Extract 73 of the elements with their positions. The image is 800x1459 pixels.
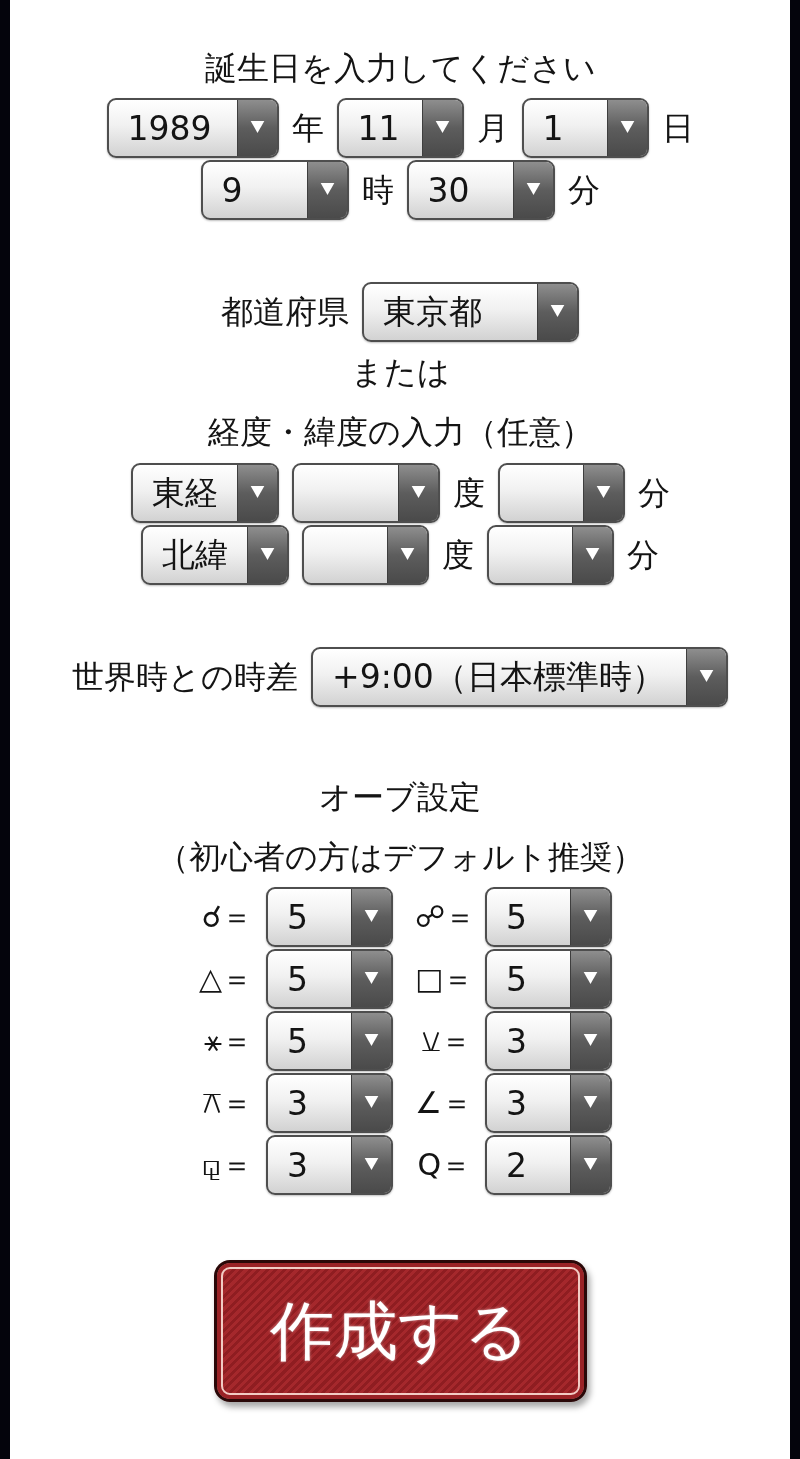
caret-down-icon bbox=[351, 951, 391, 1007]
dropdown[interactable]: 30 bbox=[406, 160, 555, 220]
aspect-label: △＝ bbox=[197, 960, 252, 998]
caret-down-icon bbox=[570, 1013, 610, 1069]
caret-down-icon bbox=[512, 162, 553, 218]
unit-label: 月 bbox=[476, 108, 509, 148]
aspect-label: ☌＝ bbox=[200, 898, 252, 936]
aspect-label: ⚺＝ bbox=[420, 1022, 471, 1060]
caret-down-icon bbox=[306, 162, 347, 218]
note-text: （初心者の方はデフォルト推奨） bbox=[156, 837, 644, 878]
unit-label: 分 bbox=[627, 535, 659, 575]
dropdown[interactable]: 5 bbox=[485, 887, 612, 947]
unit-label: 日 bbox=[661, 108, 694, 148]
caret-down-icon bbox=[387, 527, 427, 583]
dropdown[interactable]: 北緯 bbox=[141, 525, 289, 585]
section-heading: オーブ設定 bbox=[319, 777, 481, 818]
dropdown[interactable]: 1989 bbox=[106, 98, 279, 158]
caret-down-icon bbox=[247, 527, 287, 583]
caret-down-icon bbox=[606, 100, 647, 156]
caret-down-icon bbox=[236, 465, 277, 521]
caret-down-icon bbox=[397, 465, 438, 521]
dropdown[interactable] bbox=[302, 525, 429, 585]
dropdown[interactable]: 11 bbox=[336, 98, 464, 158]
caret-down-icon bbox=[686, 649, 726, 705]
caret-down-icon bbox=[421, 100, 462, 156]
dropdown[interactable]: 3 bbox=[266, 1135, 393, 1195]
unit-label: 度 bbox=[442, 535, 474, 575]
caret-down-icon bbox=[351, 1075, 391, 1131]
aspect-label: □＝ bbox=[415, 960, 471, 998]
field-label: 都道府県 bbox=[221, 292, 349, 332]
section-heading: 誕生日を入力してください bbox=[204, 48, 596, 89]
unit-label: 度 bbox=[452, 473, 485, 513]
dropdown[interactable] bbox=[487, 525, 614, 585]
caret-down-icon bbox=[572, 527, 612, 583]
dropdown[interactable]: 3 bbox=[266, 1073, 393, 1133]
unit-label: 時 bbox=[361, 170, 394, 210]
dropdown[interactable]: 3 bbox=[485, 1011, 612, 1071]
unit-label: 分 bbox=[567, 170, 600, 210]
dropdown[interactable]: 5 bbox=[266, 949, 393, 1009]
unit-label: 年 bbox=[291, 108, 324, 148]
create-button[interactable]: 作成する bbox=[213, 1260, 587, 1402]
dropdown[interactable] bbox=[497, 463, 625, 523]
aspect-label: ⚻＝ bbox=[201, 1084, 252, 1122]
caret-down-icon bbox=[351, 889, 391, 945]
aspect-label: ☍＝ bbox=[415, 898, 471, 936]
dropdown[interactable]: 東経 bbox=[130, 463, 279, 523]
dropdown[interactable]: 東京都 bbox=[362, 282, 579, 342]
caret-down-icon bbox=[570, 1075, 610, 1131]
field-label: 世界時との時差 bbox=[72, 657, 298, 697]
dropdown[interactable]: 3 bbox=[485, 1073, 612, 1133]
aspect-label: ⚹＝ bbox=[203, 1022, 252, 1060]
dropdown[interactable]: 5 bbox=[485, 949, 612, 1009]
section-heading: 経度・緯度の入力（任意） bbox=[207, 412, 593, 453]
dropdown[interactable]: +9:00（日本標準時） bbox=[311, 647, 728, 707]
aspect-label: Q＝ bbox=[416, 1146, 471, 1184]
or-text: または bbox=[350, 352, 450, 393]
dropdown[interactable] bbox=[291, 463, 440, 523]
caret-down-icon bbox=[570, 1137, 610, 1193]
caret-down-icon bbox=[570, 889, 610, 945]
caret-down-icon bbox=[351, 1137, 391, 1193]
dropdown[interactable]: 5 bbox=[266, 1011, 393, 1071]
dropdown[interactable]: 5 bbox=[266, 887, 393, 947]
caret-down-icon bbox=[570, 951, 610, 1007]
unit-label: 分 bbox=[637, 473, 670, 513]
caret-down-icon bbox=[582, 465, 623, 521]
aspect-label: ⚼＝ bbox=[200, 1146, 252, 1184]
dropdown[interactable]: 1 bbox=[521, 98, 649, 158]
caret-down-icon bbox=[351, 1013, 391, 1069]
dropdown[interactable]: 9 bbox=[200, 160, 349, 220]
aspect-label: ∠＝ bbox=[415, 1084, 471, 1122]
caret-down-icon bbox=[236, 100, 277, 156]
dropdown[interactable]: 2 bbox=[485, 1135, 612, 1195]
caret-down-icon bbox=[537, 284, 577, 340]
